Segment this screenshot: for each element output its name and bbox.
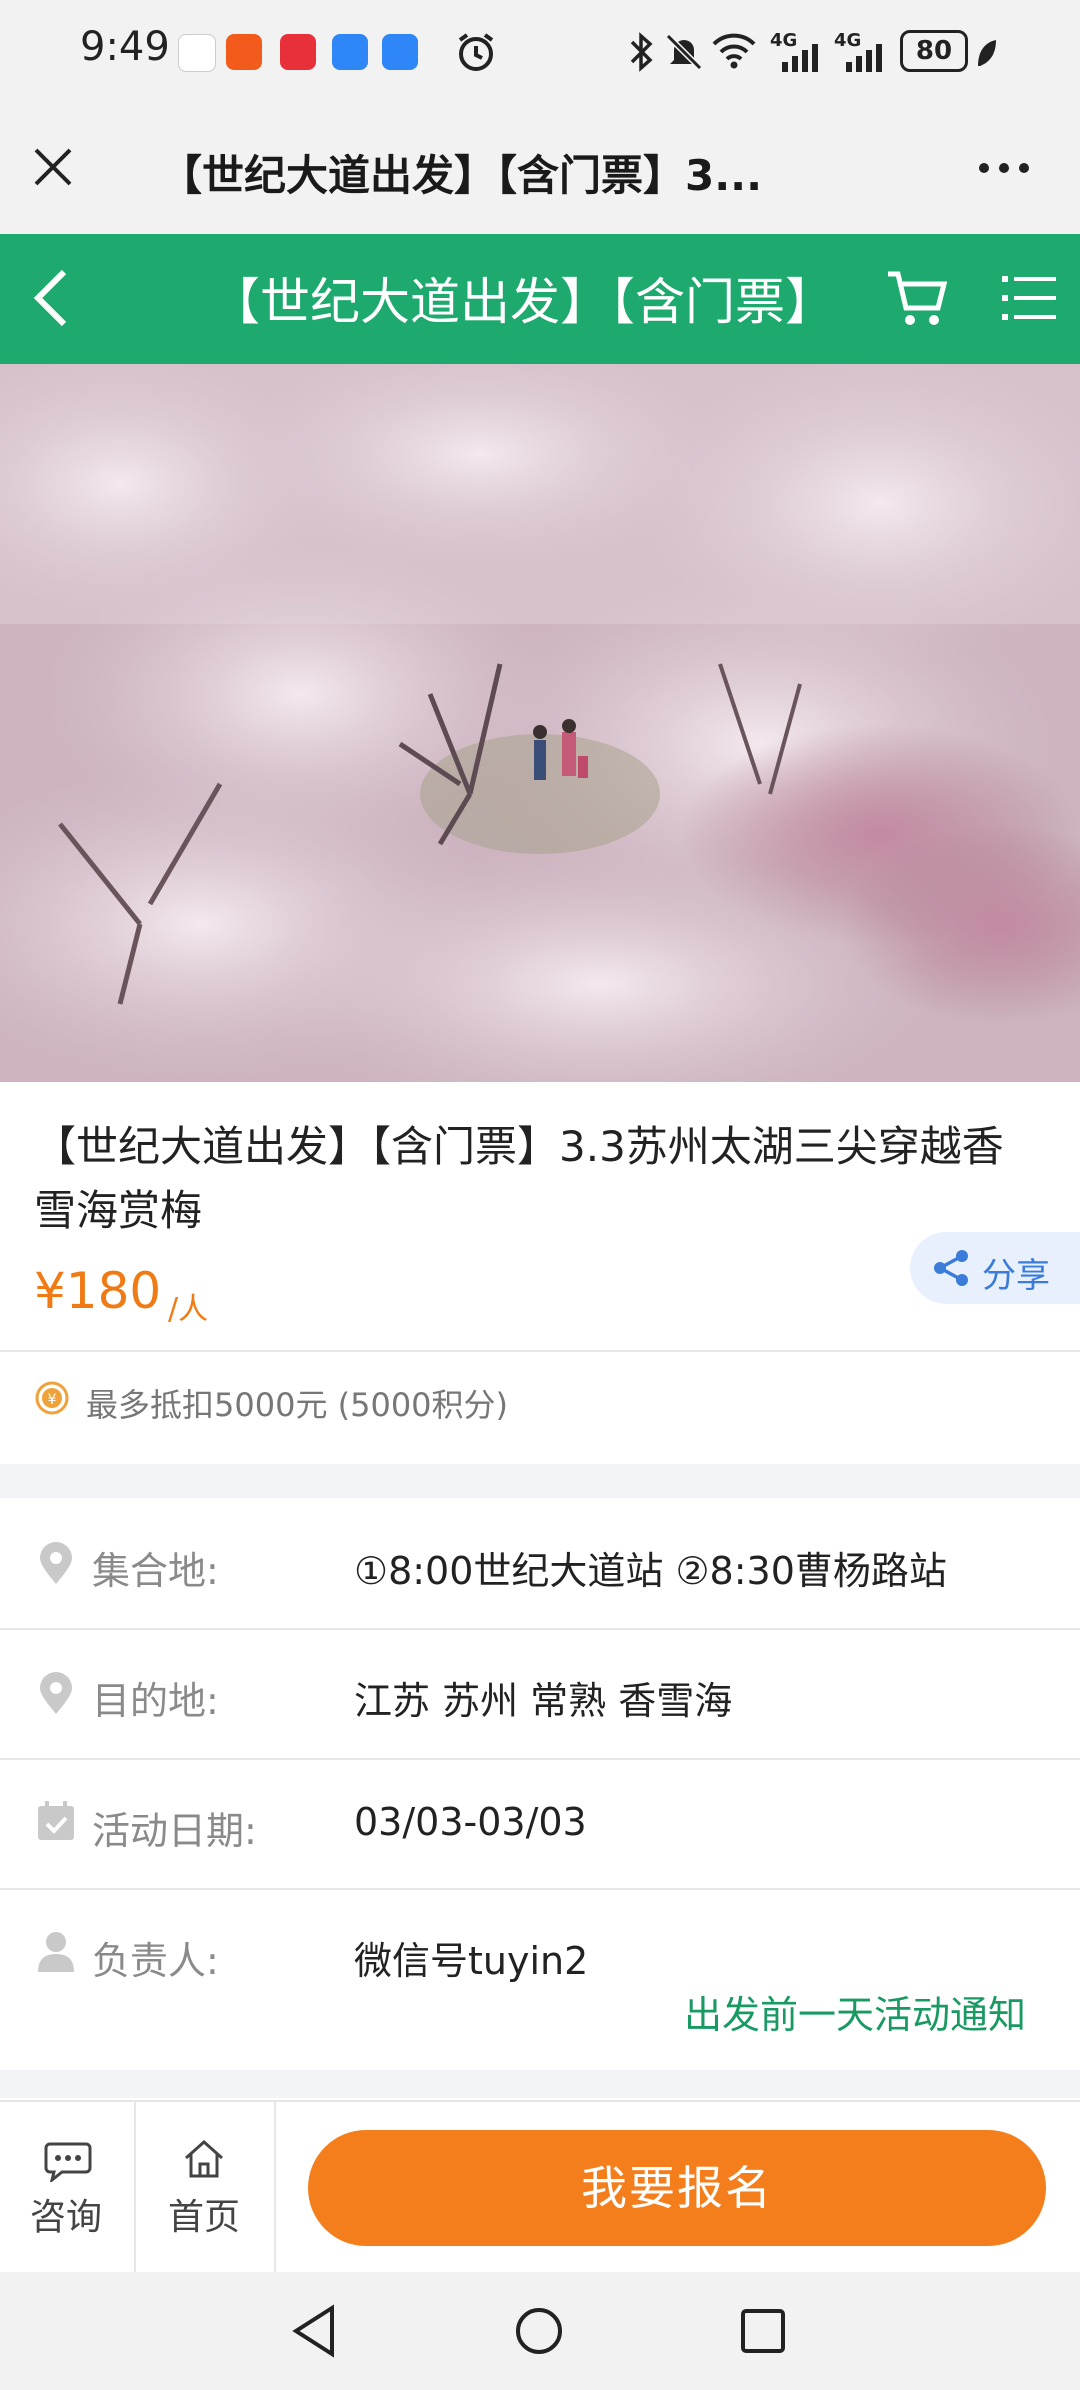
person-icon xyxy=(38,1932,74,1972)
detail-label-destination: 目的地: xyxy=(92,1679,219,1723)
signal-icon-1 xyxy=(782,44,818,72)
back-icon[interactable] xyxy=(30,268,74,328)
location-icon xyxy=(40,1672,72,1714)
share-icon xyxy=(934,1250,968,1286)
detail-label-date: 活动日期: xyxy=(92,1809,257,1853)
coin-icon: ¥ xyxy=(35,1381,69,1415)
nav-home-icon[interactable] xyxy=(514,2306,564,2356)
upload-notification-icon xyxy=(382,34,418,70)
share-label: 分享 xyxy=(982,1256,1050,1296)
detail-value-destination: 江苏 苏州 常熟 香雪海 xyxy=(354,1679,733,1723)
alarm-icon xyxy=(458,33,494,71)
divider xyxy=(0,1888,1080,1890)
xiaohongshu-notification-icon xyxy=(280,34,316,70)
taobao-notification-icon xyxy=(226,34,262,70)
header-title: 【世纪大道出发】【含门票】 xyxy=(210,273,835,331)
divider xyxy=(0,1628,1080,1630)
leaf-icon xyxy=(978,40,996,66)
status-time: 9:49 xyxy=(80,24,170,70)
section-separator xyxy=(0,1464,1080,1498)
bluetooth-icon xyxy=(630,32,653,72)
section-separator xyxy=(0,2070,1080,2098)
more-icon[interactable] xyxy=(976,158,1032,178)
price-unit: /人 xyxy=(168,1292,209,1327)
menu-list-icon[interactable] xyxy=(1000,270,1058,326)
location-icon xyxy=(40,1542,72,1584)
hero-plum-blossom-image xyxy=(0,364,1080,1082)
home-button[interactable] xyxy=(136,2104,274,2270)
detail-value-meeting-point: ①8:00世纪大道站 ②8:30曹杨路站 xyxy=(354,1549,947,1593)
detail-value-date: 03/03-03/03 xyxy=(354,1800,587,1844)
wechat-notification-icon xyxy=(178,34,216,72)
notice-text: 出发前一天活动通知 xyxy=(684,1993,1027,2037)
signal-icon-2 xyxy=(846,44,882,72)
cart-icon[interactable] xyxy=(884,266,950,332)
chat-icon xyxy=(44,2142,92,2182)
consult-label: 咨询 xyxy=(30,2197,103,2238)
detail-value-organizer: 微信号tuyin2 xyxy=(354,1939,589,1983)
divider xyxy=(0,1350,1080,1352)
divider xyxy=(0,1758,1080,1760)
detail-label-meeting-point: 集合地: xyxy=(92,1549,219,1593)
battery-indicator: 80 xyxy=(900,30,968,72)
svg-text:¥: ¥ xyxy=(48,1392,57,1408)
nav-recents-icon[interactable] xyxy=(740,2308,786,2354)
close-icon[interactable] xyxy=(30,144,76,190)
calendar-icon xyxy=(38,1801,74,1840)
detail-label-organizer: 负责人: xyxy=(92,1939,219,1983)
signup-button[interactable]: 我要报名 xyxy=(308,2130,1046,2246)
browser-page-title: 【世纪大道出发】【含门票】3... xyxy=(160,151,763,200)
mute-bell-icon xyxy=(665,33,703,71)
product-price: ¥180 xyxy=(34,1262,162,1320)
home-label: 首页 xyxy=(168,2197,241,2238)
home-icon xyxy=(185,2139,223,2178)
divider xyxy=(274,2102,276,2272)
credit-note: 最多抵扣5000元 (5000积分) xyxy=(86,1386,509,1424)
nav-back-icon[interactable] xyxy=(290,2304,340,2358)
wifi-icon xyxy=(712,33,756,69)
consult-button[interactable] xyxy=(0,2104,134,2270)
message-notification-icon xyxy=(332,34,368,70)
product-title: 【世纪大道出发】【含门票】3.3苏州太湖三尖穿越香雪海赏梅 xyxy=(34,1122,1004,1235)
